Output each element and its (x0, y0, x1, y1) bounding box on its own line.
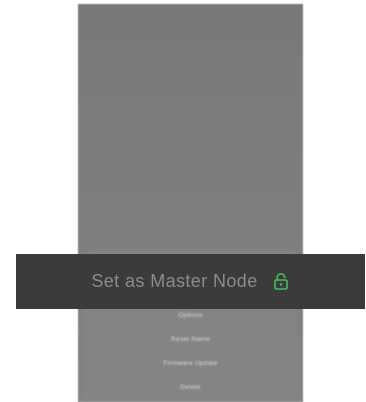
set-master-node-label: Set as Master Node (91, 271, 258, 291)
menu-item-reset-name[interactable]: Reset Name (78, 328, 303, 352)
menu-item-firmware-update[interactable]: Firmware Update (78, 352, 303, 376)
set-master-node-option[interactable]: Set as Master Node (16, 254, 365, 309)
unlock-icon (272, 272, 290, 292)
action-menu: Options Reset Name Firmware Update Delet… (78, 304, 303, 400)
panel-top-gradient (78, 4, 303, 64)
screen: Options Reset Name Firmware Update Delet… (0, 0, 366, 402)
menu-item-delete[interactable]: Delete (78, 376, 303, 400)
blurred-background-panel: Options Reset Name Firmware Update Delet… (78, 4, 303, 402)
